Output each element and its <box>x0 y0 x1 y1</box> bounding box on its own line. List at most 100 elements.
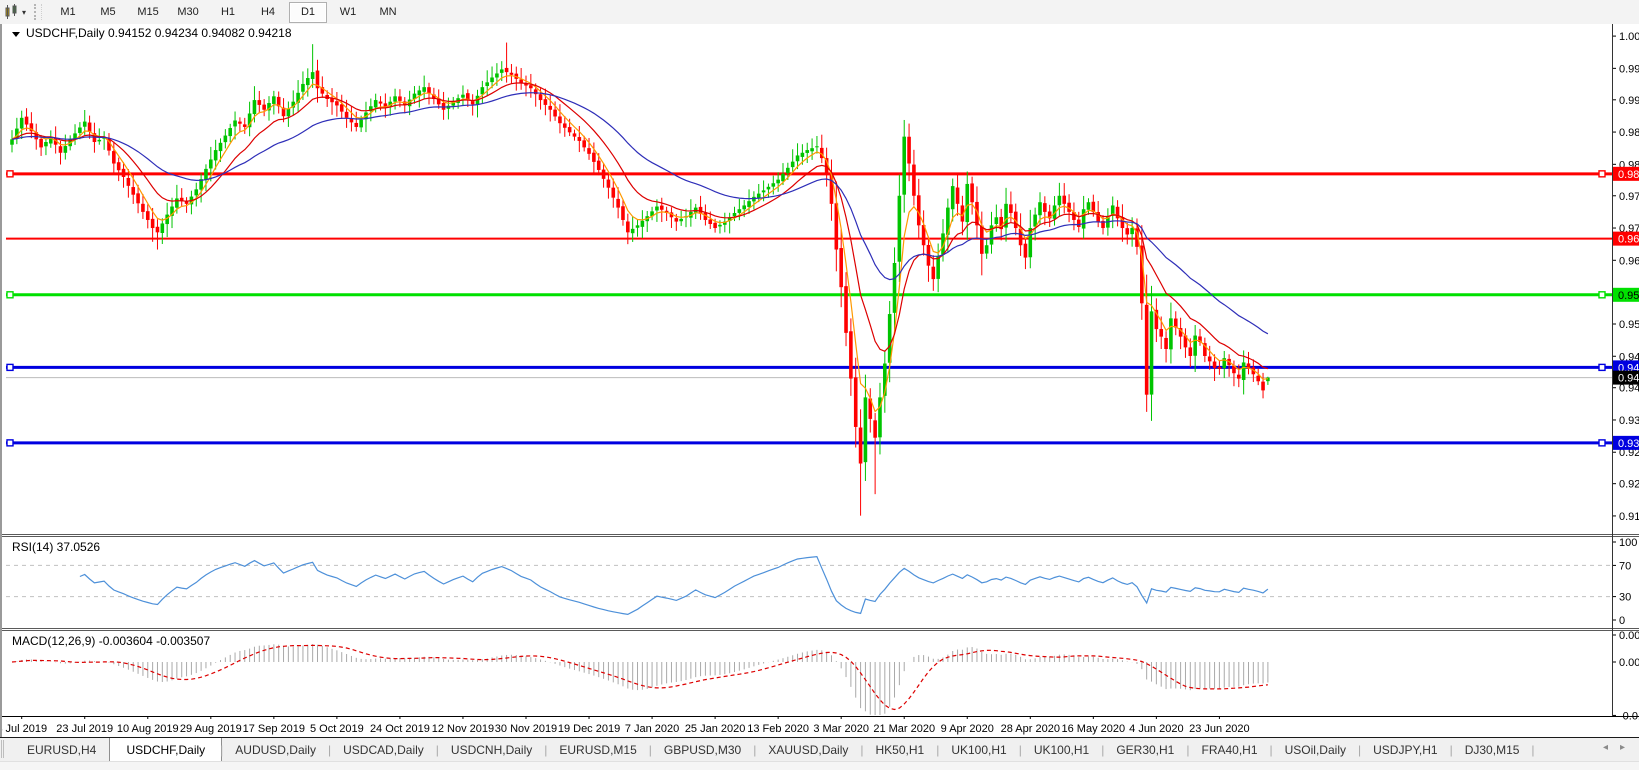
candle-body <box>44 142 48 147</box>
price-label-0.96803-text: 0.96803 <box>1618 234 1639 246</box>
line-handle-left[interactable] <box>6 439 14 447</box>
candle-body <box>1009 204 1013 213</box>
candle-body <box>78 127 82 133</box>
axis-tick-label: 0.99385 <box>1619 95 1639 107</box>
chart-tab-ger30-h1[interactable]: GER30,H1 <box>1102 739 1188 761</box>
timeframe-button-h4[interactable]: H4 <box>249 2 287 23</box>
candle-body <box>150 218 155 229</box>
price-label-0.93004: 0.93004 <box>1613 435 1639 450</box>
price-label-0.96803: 0.96803 <box>1613 231 1639 246</box>
chart-tab-usdjpy-h1[interactable]: USDJPY,H1 <box>1359 739 1451 761</box>
candle-body <box>1076 219 1081 227</box>
candle-body <box>936 255 940 279</box>
candle-body <box>805 150 810 153</box>
candle-body <box>640 220 645 227</box>
candle-body <box>1193 335 1197 356</box>
candle-body <box>228 128 233 137</box>
date-label: 24 Oct 2019 <box>370 723 430 735</box>
chart-tab-gbpusd-m30[interactable]: GBPUSD,M30 <box>650 739 755 761</box>
candle-body <box>1086 202 1091 210</box>
candle-body <box>223 135 228 143</box>
line-handle-right[interactable] <box>1598 170 1606 178</box>
candle-body <box>301 83 305 92</box>
chart-tab-usdcad-daily[interactable]: USDCAD,Daily <box>329 739 438 761</box>
candle-body <box>655 206 659 211</box>
candle-body <box>674 218 679 222</box>
candle-body <box>635 225 640 228</box>
chart-tab-dj30-m15[interactable]: DJ30,M15 <box>1451 739 1534 761</box>
chart-tab-eurusd-h4[interactable]: EURUSD,H4 <box>13 739 110 761</box>
candle-body <box>718 224 722 227</box>
timeframe-button-w1[interactable]: W1 <box>329 2 367 23</box>
timeframe-button-mn[interactable]: MN <box>369 2 407 23</box>
chart-tab-usdchf-daily[interactable]: USDCHF,Daily <box>109 738 223 761</box>
chart-window[interactable]: 1.005700.999700.993850.987850.981850.976… <box>0 24 1639 737</box>
timeframe-button-m1[interactable]: M1 <box>49 2 87 23</box>
price-chart[interactable]: 1.005700.999700.993850.987850.981850.976… <box>2 24 1639 737</box>
chart-profile-icon[interactable]: ▾ <box>0 1 32 23</box>
candle-body <box>1125 228 1130 235</box>
line-handle-left[interactable] <box>6 363 14 372</box>
candle-body <box>1023 243 1028 258</box>
line-handle-right[interactable] <box>1598 291 1606 299</box>
candle-body <box>601 169 606 179</box>
rsi-axis-label: 0 <box>1619 615 1625 627</box>
timeframe-button-m30[interactable]: M30 <box>169 2 207 23</box>
chart-tab-usoil-daily[interactable]: USOil,Daily <box>1271 739 1360 761</box>
candle-body <box>373 100 378 108</box>
candle-body <box>310 72 315 79</box>
candle-body <box>155 226 160 233</box>
candle-body <box>548 105 553 110</box>
date-label: 23 Jul 2019 <box>56 723 113 735</box>
current-price-label: 0.94218 <box>1613 370 1639 385</box>
candle-body <box>39 138 43 148</box>
line-handle-right[interactable] <box>1598 363 1606 372</box>
candle-body <box>242 124 247 127</box>
chart-tab-fra40-h1[interactable]: FRA40,H1 <box>1187 739 1271 761</box>
line-handle-left[interactable] <box>6 291 14 299</box>
date-label: 19 Dec 2019 <box>558 723 620 735</box>
candle-body <box>844 286 848 333</box>
chart-tab-usdcnh-daily[interactable]: USDCNH,Daily <box>437 739 546 761</box>
date-label: 23 Jun 2020 <box>1189 723 1250 735</box>
candle-body <box>141 203 145 212</box>
candle-body <box>1164 337 1168 349</box>
date-label: 10 Aug 2019 <box>117 723 179 735</box>
candle-body <box>965 183 970 223</box>
chart-tab-eurusd-m15[interactable]: EURUSD,M15 <box>545 739 650 761</box>
chart-tab-uk100-h1[interactable]: UK100,H1 <box>1020 739 1103 761</box>
chart-tab-audusd-daily[interactable]: AUDUSD,Daily <box>221 739 330 761</box>
line-handle-left[interactable] <box>6 170 14 178</box>
candle-body <box>621 206 625 220</box>
candle-body <box>766 186 771 190</box>
chart-tab-xauusd-daily[interactable]: XAUUSD,Daily <box>754 739 862 761</box>
line-handle-right[interactable] <box>1598 439 1606 447</box>
candle-body <box>286 108 291 117</box>
tabbar-grip[interactable] <box>1 740 11 758</box>
axis-tick-label: 0.91645 <box>1619 511 1639 523</box>
candle-body <box>1212 361 1217 368</box>
timeframe-button-h1[interactable]: H1 <box>209 2 247 23</box>
candle-body <box>97 139 102 142</box>
candle-body <box>1236 374 1241 379</box>
chart-tab-hk50-h1[interactable]: HK50,H1 <box>862 739 939 761</box>
candle-body <box>596 160 601 170</box>
candle-body <box>786 167 790 174</box>
timeframe-button-m5[interactable]: M5 <box>89 2 127 23</box>
candle-body <box>572 133 577 137</box>
timeframe-button-m15[interactable]: M15 <box>129 2 167 23</box>
timeframe-button-d1[interactable]: D1 <box>289 1 328 23</box>
candle-body <box>262 104 266 110</box>
tab-scroll-left-icon[interactable]: ◂ <box>1603 742 1608 753</box>
tab-scroll-right-icon[interactable]: ▸ <box>1620 742 1625 753</box>
candle-body <box>781 173 785 182</box>
macd-axis-label: 0.005818 <box>1619 630 1639 642</box>
toolbar-grip[interactable] <box>34 4 43 20</box>
candle-body <box>1149 311 1154 395</box>
candle-body <box>427 87 431 94</box>
date-label: 21 Mar 2020 <box>873 723 935 735</box>
axis-tick-label: 0.98785 <box>1619 127 1639 139</box>
candle-body <box>344 111 349 118</box>
chart-tab-uk100-h1[interactable]: UK100,H1 <box>937 739 1020 761</box>
date-label: 5 Oct 2019 <box>310 723 364 735</box>
